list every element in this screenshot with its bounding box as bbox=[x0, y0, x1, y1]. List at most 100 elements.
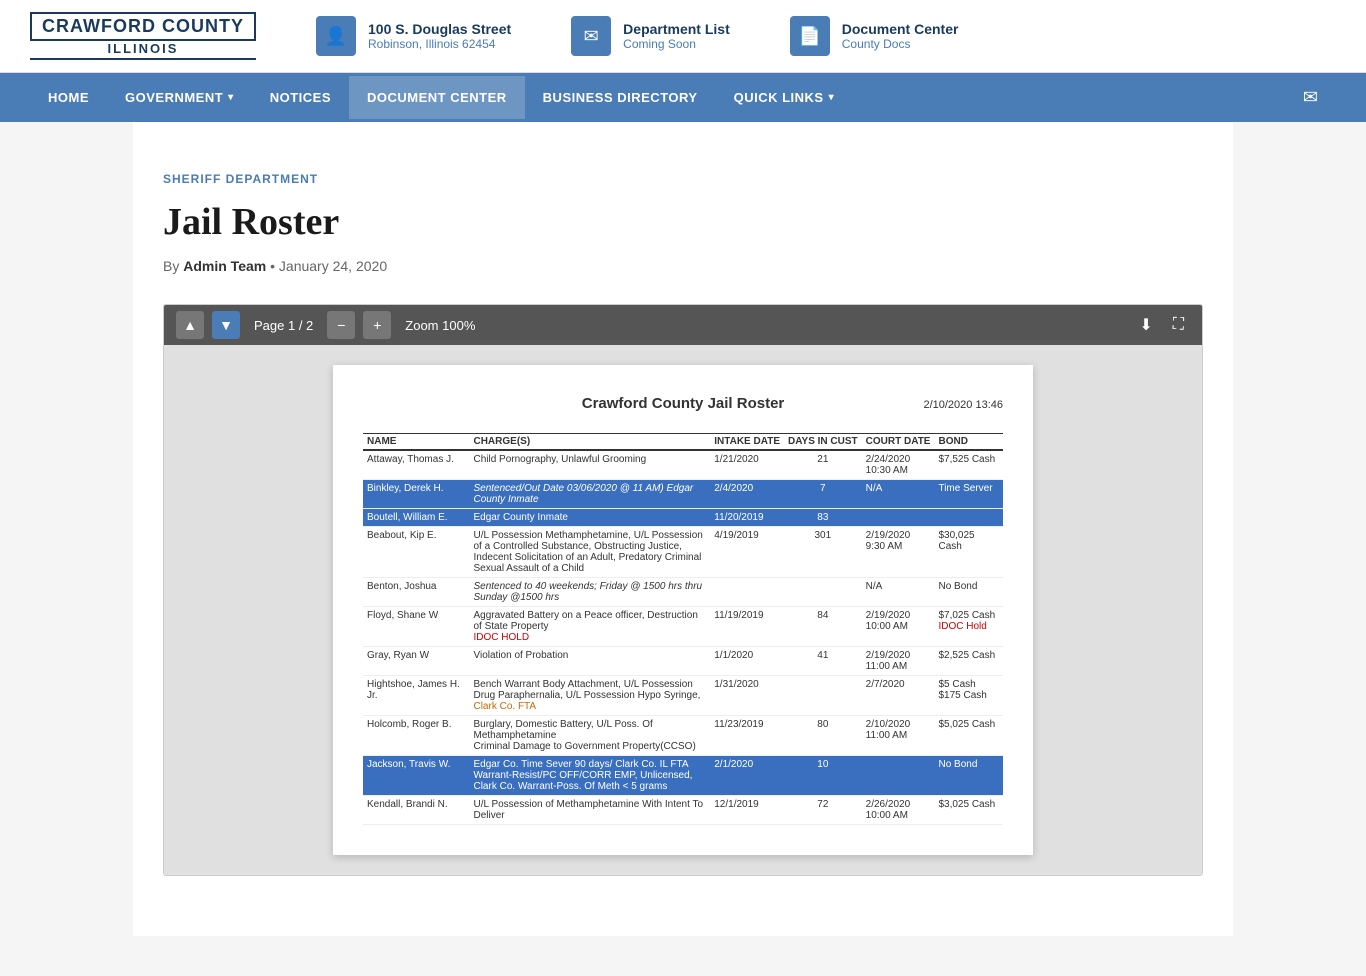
cell-bond: $3,025 Cash bbox=[934, 796, 1003, 825]
doc-center-text: Document Center County Docs bbox=[842, 21, 959, 51]
cell-days: 10 bbox=[784, 756, 862, 796]
dept-list-sub: Coming Soon bbox=[623, 37, 730, 51]
chevron-down-icon: ▾ bbox=[228, 92, 234, 103]
cell-charges: Aggravated Battery on a Peace officer, D… bbox=[469, 607, 710, 647]
cell-charges: U/L Possession Methamphetamine, U/L Poss… bbox=[469, 527, 710, 578]
cell-charges: U/L Possession of Methamphetamine With I… bbox=[469, 796, 710, 825]
page-content: SHERIFF DEPARTMENT Jail Roster By Admin … bbox=[133, 122, 1233, 936]
cell-intake: 11/20/2019 bbox=[710, 509, 784, 527]
department-breadcrumb: SHERIFF DEPARTMENT bbox=[163, 172, 1203, 186]
nav-mail-icon[interactable]: ✉ bbox=[1285, 73, 1336, 122]
cell-name: Benton, Joshua bbox=[363, 578, 469, 607]
pdf-download-btn[interactable]: ⬇ bbox=[1133, 311, 1158, 339]
cell-name: Boutell, William E. bbox=[363, 509, 469, 527]
cell-intake bbox=[710, 578, 784, 607]
pdf-doc-date: 2/10/2020 13:46 bbox=[843, 399, 1003, 411]
logo[interactable]: CRAWFORD COUNTY ILLINOIS bbox=[30, 12, 256, 60]
table-row: Beabout, Kip E.U/L Possession Methamphet… bbox=[363, 527, 1003, 578]
address-line1: 100 S. Douglas Street bbox=[368, 21, 511, 37]
mail-icon: ✉ bbox=[571, 16, 611, 56]
cell-intake: 2/1/2020 bbox=[710, 756, 784, 796]
col-header-intake: INTAKE DATE bbox=[710, 434, 784, 451]
cell-days: 7 bbox=[784, 480, 862, 509]
dept-list-text: Department List Coming Soon bbox=[623, 21, 730, 51]
cell-charges: Sentenced/Out Date 03/06/2020 @ 11 AM) E… bbox=[469, 480, 710, 509]
table-row: Floyd, Shane WAggravated Battery on a Pe… bbox=[363, 607, 1003, 647]
pdf-zoom-out-btn[interactable]: − bbox=[327, 311, 355, 339]
cell-court: 2/24/202010:30 AM bbox=[862, 450, 935, 480]
table-row: Holcomb, Roger B.Burglary, Domestic Batt… bbox=[363, 716, 1003, 756]
nav-home[interactable]: HOME bbox=[30, 76, 107, 119]
nav-document-center[interactable]: DOCUMENT CENTER bbox=[349, 76, 525, 119]
post-meta: By Admin Team • January 24, 2020 bbox=[163, 258, 1203, 274]
author-name: Admin Team bbox=[183, 258, 266, 274]
col-header-court: COURT DATE bbox=[862, 434, 935, 451]
table-row: Attaway, Thomas J.Child Pornography, Unl… bbox=[363, 450, 1003, 480]
pdf-fullscreen-btn[interactable]: ⛶ bbox=[1167, 312, 1190, 338]
cell-charges: Sentenced to 40 weekends; Friday @ 1500 … bbox=[469, 578, 710, 607]
doc-icon: 📄 bbox=[790, 16, 830, 56]
cell-intake: 1/1/2020 bbox=[710, 647, 784, 676]
cell-charges: Bench Warrant Body Attachment, U/L Posse… bbox=[469, 676, 710, 716]
cell-days: 84 bbox=[784, 607, 862, 647]
table-row: Gray, Ryan WViolation of Probation1/1/20… bbox=[363, 647, 1003, 676]
cell-name: Binkley, Derek H. bbox=[363, 480, 469, 509]
table-row: Boutell, William E.Edgar County Inmate11… bbox=[363, 509, 1003, 527]
main-nav: HOME GOVERNMENT ▾ NOTICES DOCUMENT CENTE… bbox=[0, 73, 1366, 122]
nav-notices[interactable]: NOTICES bbox=[252, 76, 349, 119]
col-header-name: NAME bbox=[363, 434, 469, 451]
nav-business-directory[interactable]: BUSINESS DIRECTORY bbox=[525, 76, 716, 119]
nav-quick-links[interactable]: QUICK LINKS ▾ bbox=[716, 76, 853, 119]
cell-bond: $30,025 Cash bbox=[934, 527, 1003, 578]
table-row: Hightshoe, James H. Jr.Bench Warrant Bod… bbox=[363, 676, 1003, 716]
table-row: Jackson, Travis W.Edgar Co. Time Sever 9… bbox=[363, 756, 1003, 796]
cell-name: Holcomb, Roger B. bbox=[363, 716, 469, 756]
cell-charges: Violation of Probation bbox=[469, 647, 710, 676]
pdf-table: NAME CHARGE(S) INTAKE DATE DAYS IN CUST … bbox=[363, 433, 1003, 825]
pdf-doc-title: Crawford County Jail Roster bbox=[523, 395, 843, 412]
post-date: January 24, 2020 bbox=[279, 258, 387, 274]
dept-list-label: Department List bbox=[623, 21, 730, 37]
cell-court bbox=[862, 756, 935, 796]
pdf-prev-btn[interactable]: ▲ bbox=[176, 311, 204, 339]
logo-state: ILLINOIS bbox=[30, 41, 256, 60]
table-row: Binkley, Derek H.Sentenced/Out Date 03/0… bbox=[363, 480, 1003, 509]
pdf-viewer: ▲ ▼ Page 1 / 2 − + Zoom 100% ⬇ ⛶ Crawfor… bbox=[163, 304, 1203, 876]
doc-center-sub: County Docs bbox=[842, 37, 959, 51]
cell-bond: $5 Cash$175 Cash bbox=[934, 676, 1003, 716]
pdf-next-btn[interactable]: ▼ bbox=[212, 311, 240, 339]
cell-days: 83 bbox=[784, 509, 862, 527]
pdf-toolbar: ▲ ▼ Page 1 / 2 − + Zoom 100% ⬇ ⛶ bbox=[164, 305, 1202, 345]
cell-bond: No Bond bbox=[934, 578, 1003, 607]
address-line2: Robinson, Illinois 62454 bbox=[368, 37, 511, 51]
pdf-page: Crawford County Jail Roster 2/10/2020 13… bbox=[333, 365, 1033, 855]
cell-days: 80 bbox=[784, 716, 862, 756]
cell-name: Gray, Ryan W bbox=[363, 647, 469, 676]
cell-charges: Edgar County Inmate bbox=[469, 509, 710, 527]
cell-intake: 12/1/2019 bbox=[710, 796, 784, 825]
cell-bond bbox=[934, 509, 1003, 527]
cell-court: 2/19/202010:00 AM bbox=[862, 607, 935, 647]
cell-name: Floyd, Shane W bbox=[363, 607, 469, 647]
cell-intake: 11/23/2019 bbox=[710, 716, 784, 756]
cell-charges: Burglary, Domestic Battery, U/L Poss. Of… bbox=[469, 716, 710, 756]
address-group: 👤 100 S. Douglas Street Robinson, Illino… bbox=[316, 16, 511, 56]
cell-bond: No Bond bbox=[934, 756, 1003, 796]
nav-government[interactable]: GOVERNMENT ▾ bbox=[107, 76, 252, 119]
cell-intake: 4/19/2019 bbox=[710, 527, 784, 578]
cell-intake: 2/4/2020 bbox=[710, 480, 784, 509]
cell-name: Jackson, Travis W. bbox=[363, 756, 469, 796]
doc-center-group: 📄 Document Center County Docs bbox=[790, 16, 959, 56]
cell-court: 2/19/202011:00 AM bbox=[862, 647, 935, 676]
pdf-zoom-in-btn[interactable]: + bbox=[363, 311, 391, 339]
doc-center-label: Document Center bbox=[842, 21, 959, 37]
top-header: CRAWFORD COUNTY ILLINOIS 👤 100 S. Dougla… bbox=[0, 0, 1366, 73]
cell-bond: $5,025 Cash bbox=[934, 716, 1003, 756]
col-header-days: DAYS IN CUST bbox=[784, 434, 862, 451]
cell-bond: $2,525 Cash bbox=[934, 647, 1003, 676]
chevron-down-icon-2: ▾ bbox=[829, 92, 835, 103]
cell-court: N/A bbox=[862, 578, 935, 607]
cell-days: 72 bbox=[784, 796, 862, 825]
cell-name: Kendall, Brandi N. bbox=[363, 796, 469, 825]
dept-list-group: ✉ Department List Coming Soon bbox=[571, 16, 730, 56]
